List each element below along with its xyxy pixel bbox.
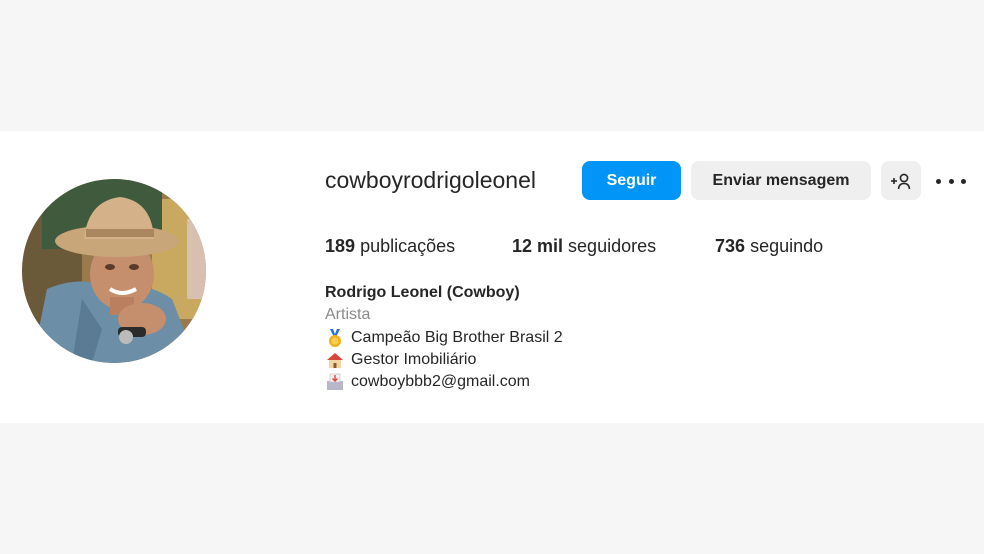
following-stat[interactable]: 736 seguindo — [715, 235, 823, 257]
add-person-icon — [891, 173, 911, 189]
bio-line: Gestor Imobiliário — [325, 349, 563, 371]
posts-count: 189 — [325, 236, 356, 256]
dot — [936, 178, 941, 184]
full-name: Rodrigo Leonel (Cowboy) — [325, 284, 520, 301]
inbox-tray-icon — [327, 373, 343, 391]
following-count: 736 — [715, 236, 746, 256]
dot — [948, 178, 954, 184]
posts-stat: 189 publicações — [325, 235, 455, 257]
followers-label: seguidores — [568, 236, 657, 256]
bio-line-text: Gestor Imobiliário — [351, 350, 477, 368]
send-message-button[interactable]: Enviar mensagem — [691, 161, 871, 200]
followers-count: 12 mil — [512, 236, 564, 256]
more-options-icon[interactable] — [936, 170, 966, 192]
profile-avatar[interactable] — [22, 179, 206, 363]
profile-bio: Rodrigo Leonel (Cowboy) Artista Campeão … — [325, 282, 563, 393]
posts-label: publicações — [360, 236, 456, 256]
house-icon — [327, 353, 343, 369]
suggested-accounts-button[interactable] — [881, 161, 921, 200]
dot — [961, 178, 966, 184]
profile-username: cowboyrodrigoleonel — [325, 167, 536, 193]
followers-stat[interactable]: 12 mil seguidores — [512, 235, 656, 257]
category-label: Artista — [325, 306, 371, 324]
bio-line: Campeão Big Brother Brasil 2 — [325, 327, 563, 349]
bio-line-text[interactable]: cowboybbb2@gmail.com — [351, 371, 530, 393]
bio-line-text: Campeão Big Brother Brasil 2 — [351, 328, 563, 346]
follow-button[interactable]: Seguir — [582, 161, 681, 200]
bio-line: cowboybbb2@gmail.com — [325, 371, 563, 393]
medal-icon — [329, 328, 341, 347]
avatar-photo — [22, 179, 206, 363]
following-label: seguindo — [750, 236, 824, 256]
